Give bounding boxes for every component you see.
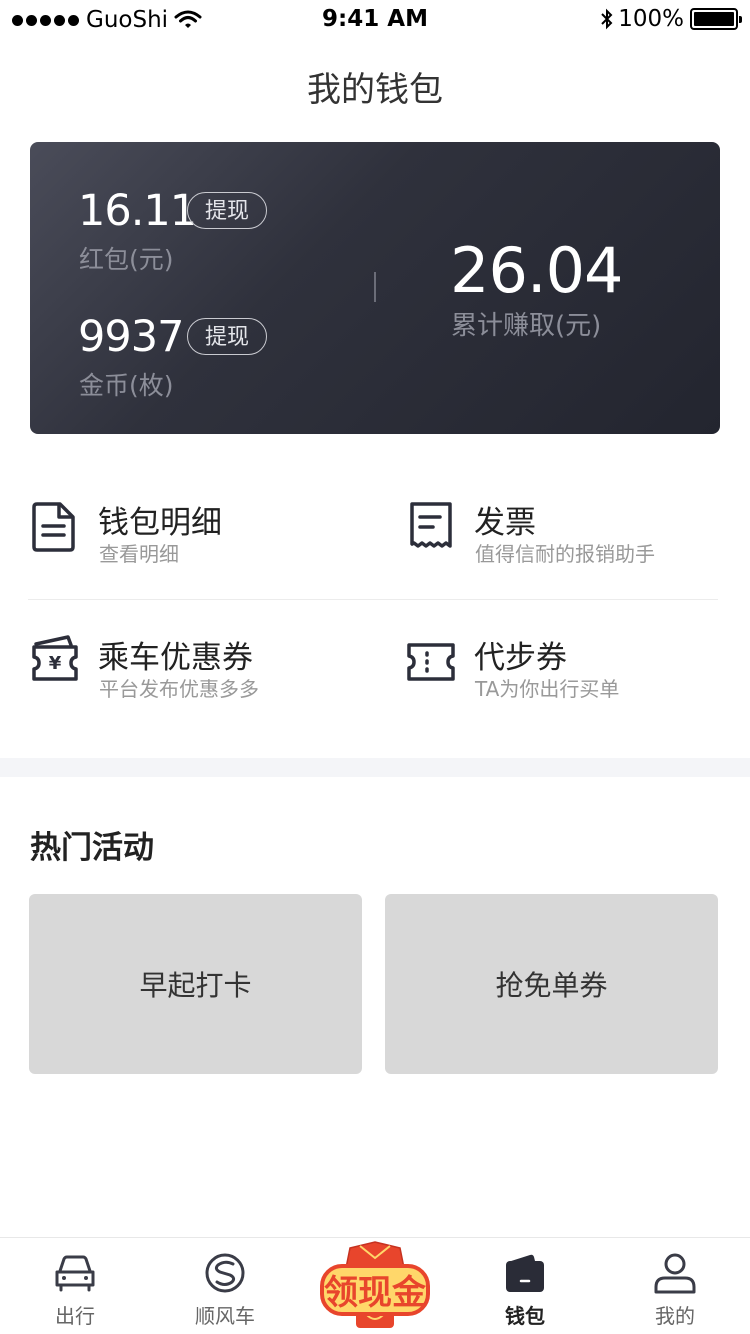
service-title: 代步券	[474, 640, 567, 676]
service-title: 发票	[474, 505, 536, 541]
car-icon	[55, 1255, 95, 1292]
hot-activities-title: 热门活动	[30, 830, 154, 866]
tab-label: 出行	[55, 1304, 95, 1328]
red-packet-amount: 16.11	[78, 186, 197, 236]
service-ride-coupon[interactable]: ¥ 乘车优惠券 平台发布优惠多多	[30, 635, 370, 725]
service-subtitle: TA为你出行买单	[475, 677, 620, 701]
svg-text:¥: ¥	[49, 653, 62, 674]
total-earned-amount: 26.04	[450, 234, 623, 307]
tab-label: 钱包	[505, 1304, 545, 1328]
service-transport-voucher[interactable]: 代步券 TA为你出行买单	[406, 635, 746, 725]
activity-early-checkin[interactable]: 早起打卡	[29, 894, 362, 1074]
wallet-icon	[506, 1254, 544, 1292]
service-invoice[interactable]: 发票 值得信耐的报销助手	[406, 500, 746, 590]
battery-percent: 100%	[618, 6, 684, 32]
coins-label: 金币(枚)	[79, 371, 174, 400]
status-right: 100%	[600, 6, 742, 32]
tab-get-cash-promo[interactable]: 领现金	[300, 1238, 450, 1334]
tab-ride-share[interactable]: 顺风车	[150, 1238, 300, 1334]
battery-icon	[690, 8, 742, 30]
service-wallet-details[interactable]: 钱包明细 查看明细	[30, 500, 370, 590]
status-bar: GuoShi 9:41 AM 100%	[0, 0, 750, 40]
grid-divider	[28, 599, 718, 600]
coins-amount: 9937	[78, 312, 184, 362]
bluetooth-icon	[601, 8, 613, 30]
page-title: 我的钱包	[307, 70, 443, 110]
service-subtitle: 值得信耐的报销助手	[475, 542, 655, 566]
document-icon	[32, 502, 75, 552]
wallet-summary-card: 16.11 提现 红包(元) 9937 提现 金币(枚) 26.04 累计赚取(…	[30, 142, 720, 434]
tab-me[interactable]: 我的	[600, 1238, 750, 1334]
battery-level	[694, 12, 734, 26]
cash-promo-badge-icon: 领现金	[320, 1241, 430, 1328]
user-icon	[654, 1253, 696, 1294]
tab-label: 我的	[655, 1304, 695, 1328]
yuan-coupon-icon: ¥	[32, 635, 78, 681]
card-divider	[374, 272, 376, 302]
tab-wallet[interactable]: 钱包	[450, 1238, 600, 1334]
bottom-tab-bar: 出行 顺风车 领现金 钱包 我的	[0, 1237, 750, 1334]
total-earned-label: 累计赚取(元)	[451, 311, 602, 341]
ticket-icon	[407, 643, 455, 681]
red-packet-withdraw-button[interactable]: 提现	[187, 192, 267, 229]
activity-free-order-coupon[interactable]: 抢免单券	[385, 894, 718, 1074]
service-subtitle: 平台发布优惠多多	[99, 677, 259, 701]
section-separator	[0, 758, 750, 777]
receipt-icon	[410, 502, 452, 548]
service-subtitle: 查看明细	[99, 542, 179, 566]
tab-trip[interactable]: 出行	[0, 1238, 150, 1334]
tab-label: 顺风车	[195, 1304, 255, 1328]
service-title: 钱包明细	[98, 505, 222, 541]
red-packet-label: 红包(元)	[79, 245, 174, 274]
cash-promo-text: 领现金	[324, 1273, 427, 1313]
ride-share-logo-icon	[205, 1253, 245, 1293]
service-title: 乘车优惠券	[98, 640, 253, 676]
coins-withdraw-button[interactable]: 提现	[187, 318, 267, 355]
